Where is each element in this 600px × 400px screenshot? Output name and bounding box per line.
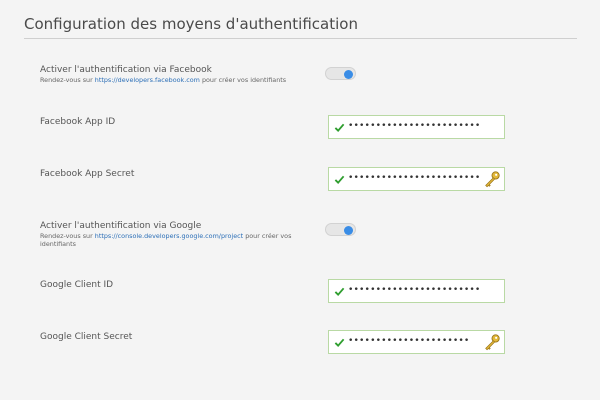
facebook-app-secret-label: Facebook App Secret <box>40 169 135 179</box>
google-client-secret-label: Google Client Secret <box>40 332 133 342</box>
key-icon[interactable] <box>483 170 501 189</box>
facebook-app-secret-field[interactable]: •••••••••••••••••••••••• <box>328 167 505 191</box>
check-icon <box>334 287 345 297</box>
google-client-id-field[interactable]: •••••••••••••••••••••••• <box>328 279 505 303</box>
google-auth-label: Activer l'authentification via Google <box>40 221 202 231</box>
facebook-app-id-value: •••••••••••••••••••••••• <box>348 121 481 131</box>
google-auth-toggle[interactable] <box>325 223 356 236</box>
toggle-knob <box>344 226 353 235</box>
facebook-developers-link[interactable]: https://developers.facebook.com <box>95 76 200 84</box>
page-title: Configuration des moyens d'authentificat… <box>24 15 358 33</box>
google-client-secret-value: •••••••••••••••••••••• <box>348 336 470 346</box>
title-divider <box>24 38 577 39</box>
facebook-auth-toggle[interactable] <box>325 67 356 80</box>
toggle-knob <box>344 70 353 79</box>
check-icon <box>334 175 345 185</box>
google-client-id-label: Google Client ID <box>40 280 114 290</box>
google-client-id-value: •••••••••••••••••••••••• <box>348 285 481 295</box>
facebook-hint-prefix: Rendez-vous sur <box>40 76 95 84</box>
facebook-app-id-label: Facebook App ID <box>40 117 116 127</box>
google-auth-hint: Rendez-vous sur https://console.develope… <box>40 232 310 248</box>
key-icon[interactable] <box>483 333 501 352</box>
facebook-app-id-field[interactable]: •••••••••••••••••••••••• <box>328 115 505 139</box>
facebook-app-secret-value: •••••••••••••••••••••••• <box>348 173 481 183</box>
google-console-link[interactable]: https://console.developers.google.com/pr… <box>95 232 243 240</box>
facebook-auth-hint: Rendez-vous sur https://developers.faceb… <box>40 76 310 84</box>
facebook-hint-suffix: pour créer vos identifiants <box>199 76 287 84</box>
check-icon <box>334 123 345 133</box>
facebook-auth-label: Activer l'authentification via Facebook <box>40 65 212 75</box>
google-client-secret-field[interactable]: •••••••••••••••••••••• <box>328 330 505 354</box>
check-icon <box>334 338 345 348</box>
google-hint-prefix: Rendez-vous sur <box>40 232 95 240</box>
